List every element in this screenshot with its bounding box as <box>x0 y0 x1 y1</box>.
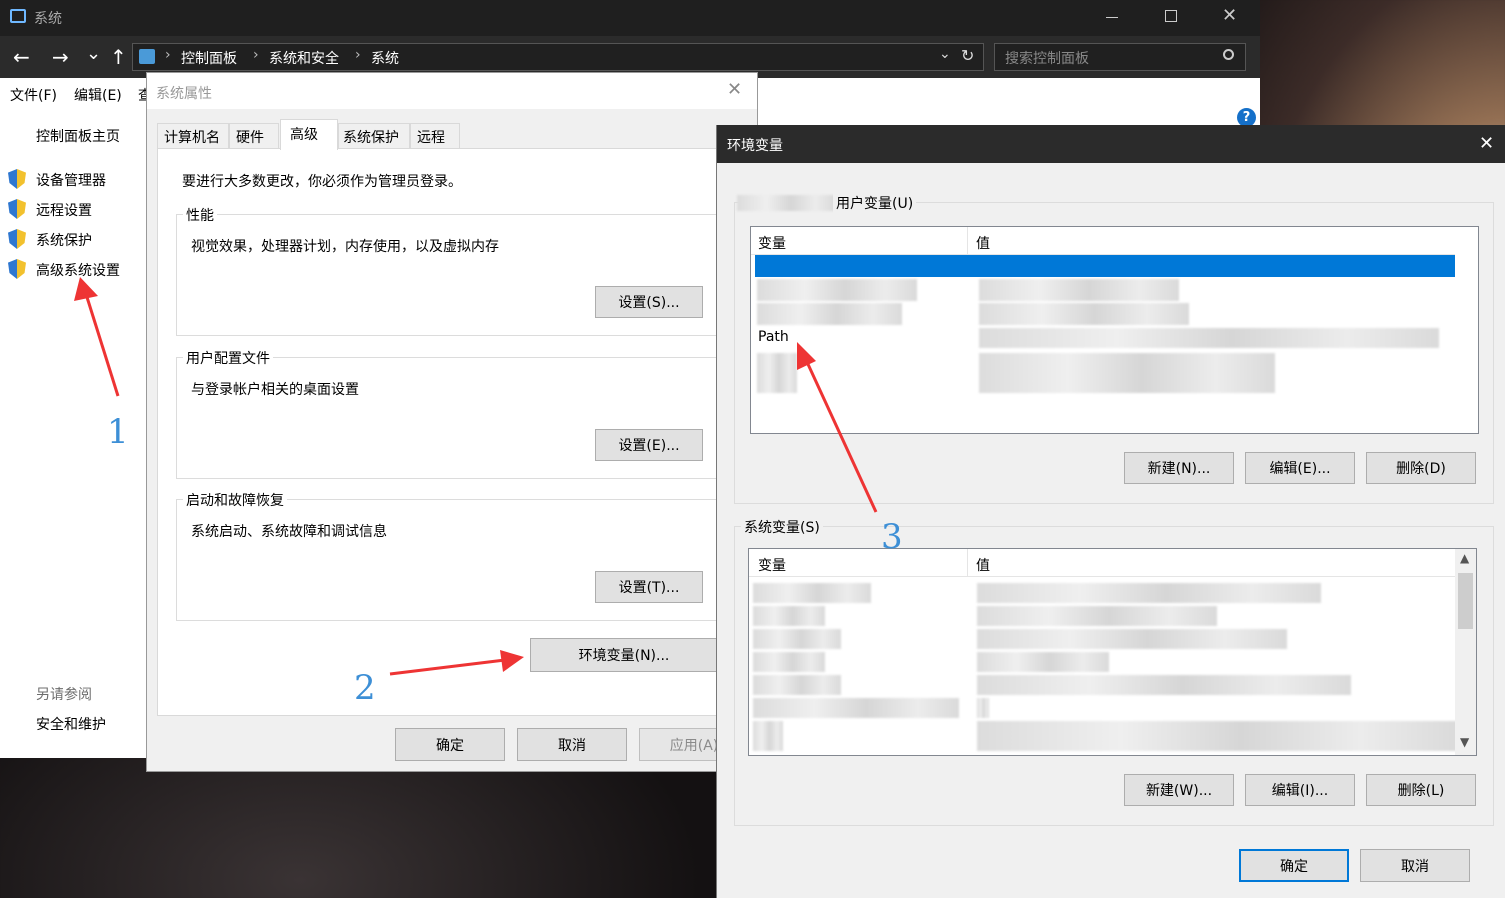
arrow-2-head <box>500 650 524 672</box>
arrow-1-head <box>74 277 98 301</box>
annotation-number-1: 1 <box>107 412 129 452</box>
annotation-arrows <box>74 277 878 676</box>
annotation-number-2: 2 <box>354 668 376 708</box>
arrow-2 <box>389 658 506 676</box>
arrow-3 <box>805 361 878 513</box>
tab-advanced[interactable]: 高级 <box>280 119 338 150</box>
arrow-1 <box>84 293 120 397</box>
arrow-3-head <box>797 342 816 370</box>
annotation-number-3: 3 <box>881 517 903 557</box>
tab-label: 高级 <box>290 127 318 143</box>
